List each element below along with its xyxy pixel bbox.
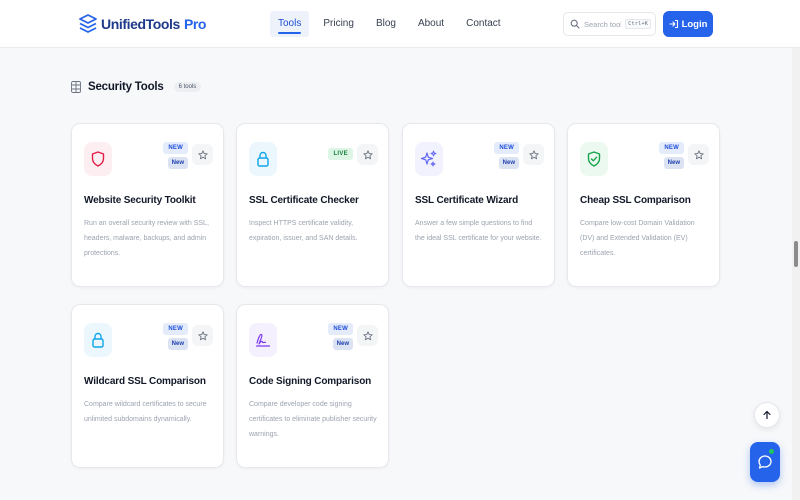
- signature-icon: [249, 323, 277, 357]
- card-title: Code Signing Comparison: [249, 376, 372, 387]
- new-badge: NEW: [659, 142, 684, 154]
- badge-group: NEW New: [659, 142, 684, 169]
- star-icon: [197, 149, 208, 159]
- nav-tools[interactable]: Tools: [270, 11, 310, 37]
- card-description: Compare wildcard certificates to secure …: [84, 401, 207, 423]
- shield-check-icon: [580, 142, 608, 176]
- tool-count-badge: 6 tools: [173, 82, 202, 92]
- badge-group: LIVE: [328, 148, 353, 160]
- tag-badge: New: [663, 157, 684, 169]
- site-logo[interactable]: UnifiedTools Pro: [79, 12, 206, 36]
- search-shortcut: Ctrl+K: [625, 19, 651, 29]
- favorite-star-button[interactable]: [192, 325, 213, 346]
- tag-badge: New: [498, 157, 519, 169]
- chat-bubble-icon: [758, 455, 772, 469]
- lock-icon: [249, 142, 277, 176]
- new-badge: NEW: [163, 323, 188, 335]
- card-description: Compare low-cost Domain Validation (DV) …: [580, 220, 695, 257]
- nav-pricing[interactable]: Pricing: [315, 11, 362, 37]
- login-button[interactable]: Login: [663, 11, 713, 37]
- tool-card-cheap-ssl-comparison[interactable]: NEW New Cheap SSL Comparison Compare low…: [567, 123, 720, 287]
- new-badge: NEW: [328, 323, 353, 335]
- favorite-star-button[interactable]: [192, 144, 213, 165]
- tag-badge: New: [167, 338, 188, 350]
- badge-group: NEW New: [328, 323, 353, 350]
- online-status-dot: [768, 448, 775, 455]
- tool-card-wildcard-ssl-comparison[interactable]: NEW New Wildcard SSL Comparison Compare …: [71, 304, 224, 468]
- grid-icon: [71, 81, 81, 93]
- card-title: Website Security Toolkit: [84, 195, 196, 206]
- search-placeholder: Search tools...: [584, 19, 622, 29]
- favorite-star-button[interactable]: [523, 144, 544, 165]
- search-input[interactable]: Search tools... Ctrl+K: [563, 12, 656, 36]
- star-icon: [362, 330, 373, 340]
- star-icon: [693, 149, 704, 159]
- page-scrollbar[interactable]: [792, 48, 800, 500]
- badge-group: NEW New: [163, 323, 188, 350]
- lock-icon: [84, 323, 112, 357]
- new-badge: NEW: [163, 142, 188, 154]
- favorite-star-button[interactable]: [357, 325, 378, 346]
- badge-group: NEW New: [494, 142, 519, 169]
- arrow-up-icon: [763, 410, 771, 420]
- chat-button[interactable]: [750, 442, 780, 482]
- scroll-to-top-button[interactable]: [754, 402, 780, 428]
- layers-logo-icon: [79, 14, 97, 33]
- login-icon: [669, 19, 678, 29]
- search-icon: [570, 19, 580, 29]
- tag-badge: New: [332, 338, 353, 350]
- tool-card-website-security-toolkit[interactable]: NEW New Website Security Toolkit Run an …: [71, 123, 224, 287]
- card-description: Inspect HTTPS certificate validity, expi…: [249, 220, 358, 242]
- card-description: Run an overall security review with SSL,…: [84, 220, 209, 257]
- card-title: SSL Certificate Checker: [249, 195, 359, 206]
- star-icon: [197, 330, 208, 340]
- main-nav: Tools Pricing Blog About Contact: [270, 11, 509, 37]
- nav-about[interactable]: About: [410, 11, 452, 37]
- login-label: Login: [681, 18, 708, 30]
- card-title: Cheap SSL Comparison: [580, 195, 691, 206]
- nav-contact[interactable]: Contact: [458, 11, 508, 37]
- star-icon: [362, 149, 373, 159]
- logo-accent: Pro: [183, 16, 207, 32]
- favorite-star-button[interactable]: [357, 144, 378, 165]
- top-navbar: UnifiedTools Pro Tools Pricing Blog About…: [0, 0, 800, 48]
- tool-card-code-signing-comparison[interactable]: NEW New Code Signing Comparison Compare …: [236, 304, 389, 468]
- card-description: Answer a few simple questions to find th…: [415, 220, 542, 242]
- card-title: Wildcard SSL Comparison: [84, 376, 206, 387]
- new-badge: NEW: [494, 142, 519, 154]
- scrollbar-thumb[interactable]: [794, 241, 798, 267]
- tag-badge: New: [167, 157, 188, 169]
- favorite-star-button[interactable]: [688, 144, 709, 165]
- sparkles-icon: [415, 142, 443, 176]
- card-description: Compare developer code signing certifica…: [249, 401, 377, 438]
- badge-group: NEW New: [163, 142, 188, 169]
- nav-blog[interactable]: Blog: [368, 11, 404, 37]
- tool-card-ssl-certificate-checker[interactable]: LIVE SSL Certificate Checker Inspect HTT…: [236, 123, 389, 287]
- shield-icon: [84, 142, 112, 176]
- tool-card-ssl-certificate-wizard[interactable]: NEW New SSL Certificate Wizard Answer a …: [402, 123, 555, 287]
- card-title: SSL Certificate Wizard: [415, 195, 519, 206]
- star-icon: [528, 149, 539, 159]
- logo-text: UnifiedTools: [101, 16, 180, 32]
- section-title: Security Tools: [88, 81, 164, 93]
- section-header: Security Tools 6 tools: [71, 79, 202, 95]
- live-badge: LIVE: [328, 148, 353, 160]
